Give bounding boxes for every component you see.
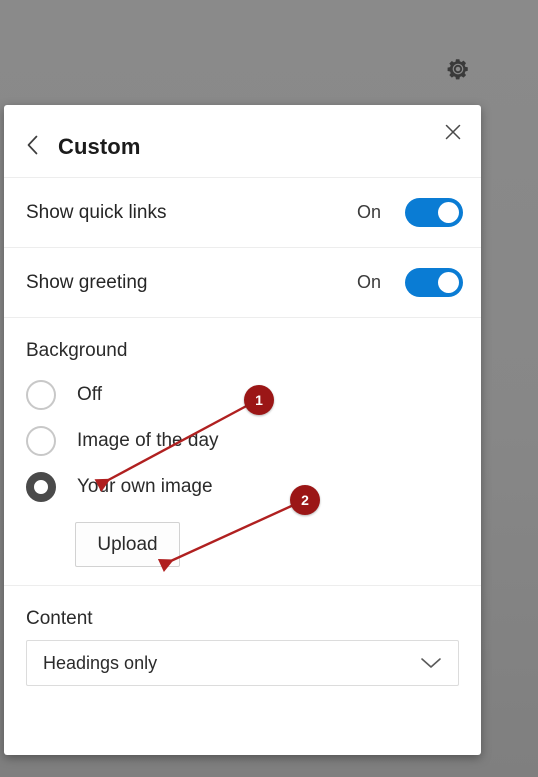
setting-state-text: On [356,202,381,222]
radio-label-image-of-the-day: Image of the day [77,430,219,451]
radio-option-off[interactable]: Off [4,372,481,418]
page-title: Custom [58,134,141,159]
chevron-down-icon-svg [421,658,441,668]
setting-label: Show greeting [26,271,148,293]
radio-option-image-of-the-day[interactable]: Image of the day [4,418,481,464]
radio-label-off: Off [77,384,102,405]
toggle-knob [438,202,459,223]
gear-icon-svg [447,59,468,80]
settings-gear-icon[interactable] [441,52,475,86]
toggle-switch-show-quick-links[interactable] [405,198,463,227]
back-chevron-icon[interactable] [18,131,46,159]
radio-label-your-own-image: Your own image [77,476,213,497]
setting-label: Show quick links [26,201,167,223]
setting-row-show-greeting[interactable]: Show greeting On [4,248,481,317]
annotation-badge-1: 1 [244,385,274,415]
chevron-down-icon [420,656,442,670]
annotation-badge-2: 2 [290,485,320,515]
content-section-title: Content [26,608,93,629]
content-section: Content Headings only [4,586,481,704]
content-dropdown[interactable]: Headings only [26,640,459,686]
radio-option-your-own-image[interactable]: Your own image [4,464,481,510]
close-icon[interactable] [439,118,467,146]
upload-button[interactable]: Upload [75,522,180,567]
toggle-switch-show-greeting[interactable] [405,268,463,297]
chevron-left-icon [27,135,37,155]
close-x-icon [445,124,461,140]
radio-button-off[interactable] [26,380,56,410]
setting-state-text: On [356,272,381,292]
background-section-title: Background [26,340,128,361]
background-section: Background Off Image of the day Your own… [4,318,481,585]
setting-row-show-quick-links[interactable]: Show quick links On [4,178,481,247]
toggle-knob [438,272,459,293]
custom-settings-panel: Custom Show quick links On Show greeting… [4,105,481,755]
panel-header: Custom [4,105,481,177]
radio-button-your-own-image[interactable] [26,472,56,502]
radio-button-image-of-the-day[interactable] [26,426,56,456]
content-dropdown-value: Headings only [43,652,158,673]
